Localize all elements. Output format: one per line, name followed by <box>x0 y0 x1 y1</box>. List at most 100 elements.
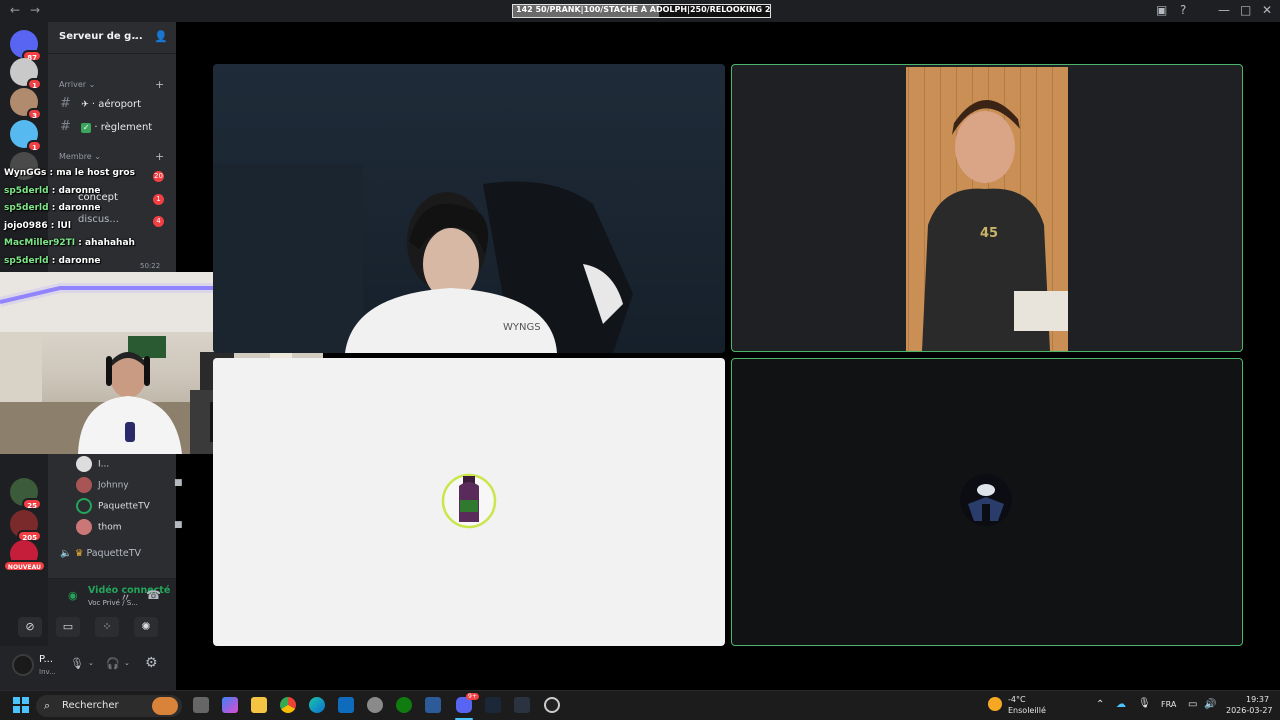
chat-text: : lUl <box>50 220 71 231</box>
chat-username: WynGGs <box>4 168 47 178</box>
settings-app-icon[interactable] <box>367 697 383 713</box>
title-bar: ← → 142 50/PRANK|100/STACHE À ADOLPH|250… <box>0 0 1280 22</box>
volume-icon[interactable]: 🔊 <box>1204 699 1216 710</box>
crown-icon: ♛ <box>74 548 84 559</box>
headset-icon[interactable]: 🎧 <box>106 657 120 670</box>
server-icon-discord-home[interactable]: 87 <box>10 30 42 62</box>
xbox-icon[interactable] <box>396 697 412 713</box>
clock-date[interactable]: 2026-03-27 <box>1226 706 1273 715</box>
server-icon-server-1[interactable]: 1 <box>10 58 42 90</box>
steam-icon[interactable] <box>485 697 501 713</box>
search-highlight-icon <box>152 697 178 715</box>
video-tile-participant-1[interactable]: WYNGS <box>213 64 725 353</box>
soundboard-button[interactable]: ✺ <box>134 617 158 637</box>
airplane-icon: ✈ <box>81 100 89 110</box>
voice-user[interactable]: Johnny ■ <box>76 477 183 493</box>
language-indicator[interactable]: FRA <box>1161 700 1176 709</box>
discord-taskbar-badge: 9+ <box>466 693 479 700</box>
settings-gear-icon[interactable]: ⚙ <box>145 655 158 671</box>
clock-time[interactable]: 19:37 <box>1246 695 1269 704</box>
category-membre[interactable]: Membre ⌄ <box>59 152 101 161</box>
sun-icon <box>988 697 1002 711</box>
voice-channel-paquettetv[interactable]: 🔈 ♛ PaquetteTV <box>60 548 141 559</box>
voice-user[interactable]: I... <box>76 456 109 472</box>
camera-icon: ■ <box>174 478 183 488</box>
participant-avatar-bottle <box>441 473 497 529</box>
chevron-down-icon[interactable]: ⌄ <box>88 659 94 667</box>
server-badge: NOUVEAU <box>2 560 46 572</box>
user-status: Inv... <box>39 668 56 676</box>
obs-icon[interactable] <box>544 697 560 713</box>
channel-label: PaquetteTV <box>86 548 142 559</box>
voice-user[interactable]: thom ■ <box>76 519 183 535</box>
chat-username: sp5derld <box>4 203 49 214</box>
inbox-icon[interactable]: ▣ <box>1156 3 1167 17</box>
activities-button[interactable]: ⁘ <box>95 617 119 637</box>
back-arrow-icon[interactable]: ← <box>10 3 20 17</box>
avatar <box>76 456 92 472</box>
category-arriver[interactable]: Arriver ⌄ <box>59 80 95 89</box>
edge-icon[interactable] <box>309 697 325 713</box>
add-channel-icon[interactable]: + <box>155 78 164 91</box>
add-channel-icon[interactable]: + <box>155 150 164 163</box>
chevron-down-icon[interactable]: ⌄ <box>124 659 130 667</box>
chevron-down-icon[interactable]: ⌄ <box>132 32 140 42</box>
close-icon[interactable]: ✕ <box>1262 3 1272 17</box>
channel-label: aéroport <box>98 99 142 110</box>
forward-arrow-icon[interactable]: → <box>30 3 40 17</box>
speaker-icon: 🔈 <box>60 548 72 559</box>
server-icon-server-2[interactable]: 3 <box>10 88 42 120</box>
server-header[interactable]: Serveur de g... ⌄ 👤 <box>48 22 176 54</box>
toggle-camera-button[interactable]: ⊘ <box>18 617 42 637</box>
chat-text: : ahahahah <box>78 238 135 249</box>
channel-reglement[interactable]: # ✓ · règlement <box>60 119 152 134</box>
weather-temp[interactable]: -4°C <box>1008 695 1026 704</box>
hash-icon: # <box>60 119 71 134</box>
chrome-icon[interactable] <box>280 697 296 713</box>
help-icon[interactable]: ? <box>1180 3 1186 17</box>
mic-tray-icon[interactable]: 🎙 <box>1138 698 1151 709</box>
maximize-icon[interactable]: □ <box>1240 3 1251 17</box>
channel-aeroport[interactable]: # ✈ · aéroport <box>60 96 141 111</box>
noise-suppression-icon[interactable]: 〃 <box>120 589 131 605</box>
server-icon-server-nouveau[interactable]: NOUVEAU <box>2 540 46 572</box>
windows-start-icon[interactable] <box>13 697 29 713</box>
copilot-icon[interactable] <box>222 697 238 713</box>
server-badge: 1 <box>27 140 42 152</box>
shirt-logo: WYNGS <box>503 322 541 333</box>
microphone-icon[interactable]: 🎙 <box>70 657 84 670</box>
chat-username: sp5derld <box>4 185 49 196</box>
voice-user[interactable]: PaquetteTV <box>76 498 150 514</box>
avatar <box>76 519 92 535</box>
user-avatar[interactable] <box>12 654 34 676</box>
stream-chat-overlay: WynGGs : ma le host gros sp5derld : daron… <box>0 166 176 272</box>
onedrive-icon[interactable]: ☁ <box>1116 699 1126 710</box>
server-icon-server-3[interactable]: 1 <box>10 120 42 152</box>
app-icon[interactable] <box>514 697 530 713</box>
search-label: Rechercher <box>62 700 119 711</box>
network-icon[interactable]: ▭ <box>1188 699 1197 710</box>
video-tile-participant-3[interactable] <box>213 358 725 646</box>
hash-icon: # <box>60 96 71 111</box>
chat-username: MacMiller92TI <box>4 238 76 249</box>
video-tile-participant-2[interactable]: 45 <box>731 64 1243 352</box>
goal-text: 142 50/PRANK|100/STACHE À ADOLPH|250/REL… <box>516 5 771 14</box>
taskbar-search[interactable]: ⌕ Rechercher <box>36 695 182 717</box>
chevron-up-icon[interactable]: ⌃ <box>1096 699 1104 710</box>
signal-icon: ◉ <box>68 589 78 602</box>
weather-status[interactable]: Ensoleillé <box>1008 706 1046 715</box>
add-member-icon[interactable]: 👤 <box>154 30 168 43</box>
file-explorer-icon[interactable] <box>251 697 267 713</box>
server-icon-server-5[interactable]: 25 <box>10 478 42 510</box>
server-name: Serveur de g... <box>59 31 143 42</box>
server-icon-server-6[interactable]: 205 <box>10 510 42 542</box>
share-screen-button[interactable]: ▭ <box>56 617 80 637</box>
disconnect-icon[interactable]: ☎ <box>146 588 161 602</box>
task-view-icon[interactable] <box>193 697 209 713</box>
user-panel: P... Inv... 🎙 ⌄ 🎧 ⌄ ⚙ <box>0 646 176 690</box>
store-icon[interactable] <box>425 697 441 713</box>
outlook-icon[interactable] <box>338 697 354 713</box>
minimize-icon[interactable]: — <box>1218 3 1230 17</box>
chat-message: sp5derld : daronne <box>4 256 101 266</box>
video-tile-participant-4[interactable] <box>731 358 1243 646</box>
